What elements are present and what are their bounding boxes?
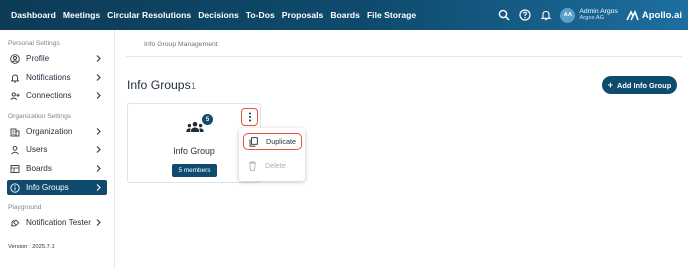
tester-icon — [10, 218, 20, 228]
nav-proposals[interactable]: Proposals — [282, 10, 324, 20]
sidebar-item-label: Notification Tester — [26, 218, 91, 227]
nav-circular-resolutions[interactable]: Circular Resolutions — [107, 10, 191, 20]
duplicate-menu-item[interactable]: Duplicate — [243, 133, 302, 150]
chevron-right-icon — [96, 146, 101, 153]
top-right-tools: AA Admin Argos Argos AG Apollo.ai — [489, 0, 682, 30]
nav-dashboard[interactable]: Dashboard — [11, 10, 56, 20]
card-context-menu: Duplicate Delete — [239, 128, 305, 181]
top-navigation-bar: Dashboard Meetings Circular Resolutions … — [0, 0, 688, 30]
section-title-personal: Personal Settings — [8, 40, 60, 47]
bell-icon — [10, 73, 20, 83]
sidebar-item-label: Info Groups — [26, 183, 69, 192]
page-count: 1 — [191, 81, 197, 91]
profile-icon — [10, 53, 20, 64]
search-icon[interactable] — [498, 9, 510, 21]
chevron-right-icon — [96, 184, 101, 191]
sidebar-item-label: Connections — [26, 91, 72, 100]
sidebar-item-label: Organization — [26, 127, 73, 136]
version-label: Version : 2025.7.1 — [8, 244, 55, 250]
sidebar-item-users[interactable]: Users — [7, 142, 107, 157]
avatar[interactable]: AA — [560, 7, 576, 23]
chevron-right-icon — [96, 92, 101, 99]
sidebar-item-notifications[interactable]: Notifications — [7, 70, 107, 85]
chevron-right-icon — [96, 219, 101, 226]
add-info-group-button[interactable]: + Add Info Group — [602, 76, 677, 94]
sidebar-item-label: Profile — [26, 54, 50, 63]
divider — [126, 56, 682, 57]
nav-boards[interactable]: Boards — [330, 10, 360, 20]
sidebar-item-info-groups[interactable]: Info Groups — [7, 180, 107, 195]
delete-menu-item[interactable]: Delete — [243, 157, 302, 174]
section-title-organization: Organization Settings — [8, 113, 72, 120]
duplicate-label: Duplicate — [266, 137, 296, 146]
nav-meetings[interactable]: Meetings — [63, 10, 100, 20]
user-icon — [10, 145, 20, 155]
nav-todos[interactable]: To-Dos — [246, 10, 275, 20]
settings-sidebar: Personal Settings Profile Notifications … — [0, 30, 115, 268]
plus-icon: + — [607, 80, 614, 90]
member-count-badge: 5 — [202, 114, 213, 125]
info-icon — [10, 182, 20, 193]
connections-icon — [10, 91, 20, 101]
bell-icon[interactable] — [540, 9, 552, 21]
sidebar-item-profile[interactable]: Profile — [7, 51, 107, 66]
breadcrumb[interactable]: Info Group Management — [144, 41, 218, 48]
chevron-right-icon — [96, 165, 101, 172]
logo-icon — [626, 9, 639, 20]
kebab-icon — [248, 112, 251, 122]
page-title: Info Groups — [127, 78, 191, 92]
section-title-playground: Playground — [8, 204, 42, 211]
sidebar-item-organization[interactable]: Organization — [7, 124, 107, 139]
delete-label: Delete — [265, 161, 286, 170]
sidebar-item-boards[interactable]: Boards — [7, 161, 107, 176]
sidebar-item-connections[interactable]: Connections — [7, 88, 107, 103]
more-options-button[interactable] — [241, 108, 258, 126]
user-info[interactable]: Admin Argos Argos AG — [579, 8, 618, 23]
user-name: Admin Argos — [579, 7, 618, 15]
help-icon[interactable] — [519, 9, 531, 21]
sidebar-item-label: Users — [26, 145, 48, 154]
building-icon — [10, 127, 20, 137]
user-org: Argos AG — [579, 15, 605, 22]
sidebar-item-label: Notifications — [26, 73, 71, 82]
members-chip: 5 members — [172, 164, 217, 177]
nav-decisions[interactable]: Decisions — [198, 10, 239, 20]
chevron-right-icon — [96, 128, 101, 135]
nav-file-storage[interactable]: File Storage — [367, 10, 416, 20]
chevron-right-icon — [96, 55, 101, 62]
trash-icon — [248, 161, 257, 171]
duplicate-icon — [249, 136, 258, 147]
main-nav: Dashboard Meetings Circular Resolutions … — [11, 10, 423, 20]
logo-text: Apollo.ai — [641, 9, 682, 21]
add-info-group-label: Add Info Group — [617, 80, 672, 90]
sidebar-item-notification-tester[interactable]: Notification Tester — [7, 215, 107, 230]
group-icon — [186, 121, 204, 132]
chevron-right-icon — [96, 74, 101, 81]
logo[interactable]: Apollo.ai — [626, 10, 682, 21]
sidebar-item-label: Boards — [26, 164, 52, 173]
boards-icon — [10, 164, 20, 174]
